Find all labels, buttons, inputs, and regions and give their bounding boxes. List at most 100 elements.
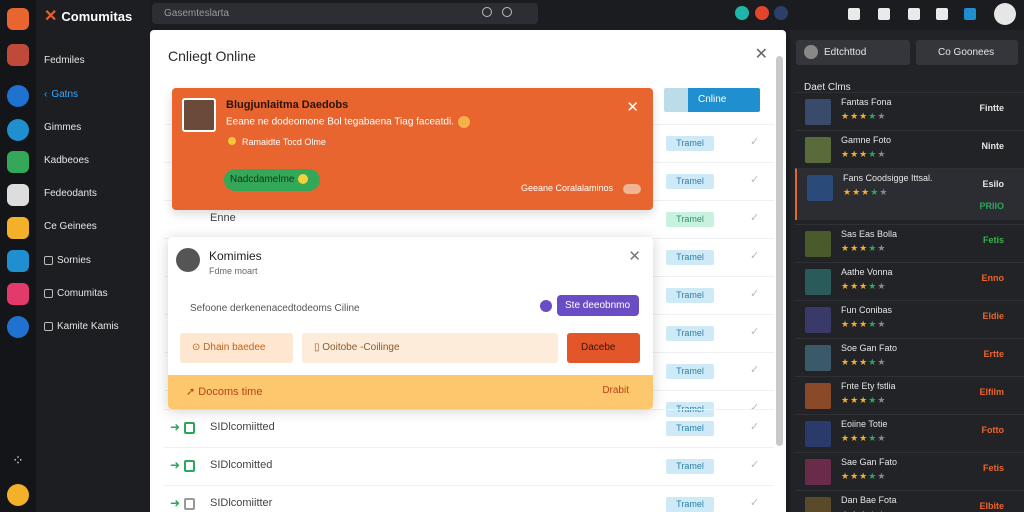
help-icon[interactable]: [457, 116, 470, 128]
app-icon-7[interactable]: [7, 316, 29, 338]
home-icon[interactable]: [7, 184, 29, 206]
game-name: Sas Eas Bolla: [841, 229, 898, 239]
app-icon-3[interactable]: [7, 119, 29, 141]
sidebar-item-gatns[interactable]: ‹ Gatns: [44, 89, 78, 100]
game-name: Soe Gan Fato: [841, 343, 898, 353]
list-item[interactable]: Fantas Fona ★★★★★ Fintte: [795, 92, 1024, 130]
toggle-pill[interactable]: [623, 184, 641, 194]
friend-status: Fdme moart: [209, 266, 258, 276]
status-badge: Tramel: [666, 212, 714, 227]
more-link[interactable]: Geeane Coralalaminos: [521, 183, 613, 193]
footer-left[interactable]: ➚ Docoms time: [186, 385, 262, 398]
profile-avatar[interactable]: [994, 3, 1016, 25]
decline-button[interactable]: Dacebe: [567, 333, 640, 363]
popup-message: Sefoone derkenenacedtodeoms Ciline: [190, 303, 360, 314]
checkbox-icon[interactable]: [184, 498, 195, 510]
voice-icon[interactable]: [502, 7, 512, 17]
avatar: [804, 45, 818, 59]
brand-name: Comumitas: [61, 8, 133, 24]
list-item[interactable]: Fans Coodsigge Ittsal. ★★★★★ Esilo PRIIO: [795, 168, 1024, 220]
alert-icon[interactable]: [755, 6, 769, 20]
game-status: Fotto: [981, 425, 1005, 435]
app-icon-6[interactable]: [7, 283, 29, 305]
star-rating: ★★★★★: [841, 319, 887, 329]
edit-icon[interactable]: [908, 8, 920, 20]
tab-friends[interactable]: Edtchttod: [796, 40, 910, 65]
check-icon[interactable]: ✓: [750, 173, 759, 186]
list-item[interactable]: Sae Gan Fato ★★★★★ Fetis: [795, 452, 1024, 490]
notification-body-text: Eeane ne dodeomone Bol tegabaena Tiag fa…: [226, 116, 454, 128]
book-icon[interactable]: [878, 8, 890, 20]
game-avatar: [805, 459, 831, 485]
play-icon[interactable]: [7, 151, 29, 173]
sidebar-item-kadbeoes[interactable]: Kadbeoes: [44, 155, 89, 166]
check-icon[interactable]: ✓: [750, 496, 759, 509]
search-icon[interactable]: [482, 7, 492, 17]
user-avatar[interactable]: [7, 484, 29, 506]
brand[interactable]: ✕ Comumitas: [44, 6, 132, 26]
send-button[interactable]: Ste deeobnmo: [557, 295, 639, 316]
avatar: [182, 98, 216, 132]
list-item[interactable]: Fun Conibas ★★★★★ Eldie: [795, 300, 1024, 338]
check-icon[interactable]: ✓: [750, 249, 759, 262]
close-icon[interactable]: ✕: [626, 98, 639, 116]
game-avatar: [805, 137, 831, 163]
settings-icon[interactable]: [848, 8, 860, 20]
sidebar-item-sornies[interactable]: Sornies: [44, 255, 91, 266]
star-rating: ★★★★★: [841, 433, 887, 443]
list-item[interactable]: Sas Eas Bolla ★★★★★ Fetis: [795, 224, 1024, 262]
status-icon[interactable]: [735, 6, 749, 20]
notification-sub-text: Ramaidte Tocd Olme: [242, 137, 326, 147]
check-icon[interactable]: ✓: [750, 420, 759, 433]
window-icon[interactable]: [964, 8, 976, 20]
grid-icon[interactable]: ⁘: [7, 452, 29, 474]
app-icon-5[interactable]: [7, 250, 29, 272]
scrollbar[interactable]: [776, 56, 783, 446]
list-item[interactable]: Soe Gan Fato ★★★★★ Ertte: [795, 338, 1024, 376]
accept-button[interactable]: Nadcdamelme: [224, 169, 320, 191]
check-icon[interactable]: ✓: [750, 325, 759, 338]
close-icon[interactable]: ✕: [755, 44, 768, 64]
chat-button[interactable]: ⊙ Dhain baedee: [180, 333, 293, 363]
app-icon-4[interactable]: [7, 217, 29, 239]
star-rating: ★★★★★: [841, 243, 887, 253]
checkbox-icon[interactable]: [184, 460, 195, 472]
profile-button[interactable]: ▯ Ooitobe -Coilinge: [302, 333, 558, 363]
footer-right[interactable]: Drabit: [602, 385, 629, 396]
sidebar-item-gimmes[interactable]: Gimmes: [44, 122, 81, 133]
app-icon-1[interactable]: [7, 44, 29, 66]
check-icon[interactable]: ✓: [750, 363, 759, 376]
sidebar-item-kamite-kamis[interactable]: Kamite Kamis: [44, 321, 119, 332]
list-item[interactable]: Dan Bae Fota★★★★★Elbite: [795, 490, 1024, 512]
list-item[interactable]: Fnte Ety fstlia ★★★★★ Elfilm: [795, 376, 1024, 414]
checkbox-icon[interactable]: [184, 422, 195, 434]
app-icon-2[interactable]: [7, 85, 29, 107]
check-icon[interactable]: ✓: [750, 287, 759, 300]
close-icon[interactable]: ✕: [628, 247, 641, 265]
check-icon[interactable]: ✓: [750, 458, 759, 471]
search-input[interactable]: Gasemteslarta: [152, 3, 538, 24]
list-item[interactable]: Aathe Vonna ★★★★★ Enno: [795, 262, 1024, 300]
list-item[interactable]: Eoiine Totie ★★★★★ Fotto: [795, 414, 1024, 452]
table-row[interactable]: ➜ SIDlcomiitter Tramel ✓: [164, 485, 774, 512]
tab-groups[interactable]: Co Goonees: [916, 40, 1018, 65]
table-row[interactable]: ➜ SIDlcomiitted Tramel ✓: [164, 409, 774, 447]
tools-icon[interactable]: [936, 8, 948, 20]
star-rating: ★★★★★: [843, 187, 889, 197]
online-button[interactable]: Cnline: [664, 88, 760, 112]
arrow-right-icon: ➜: [170, 420, 181, 434]
status-badge: Tramel: [666, 497, 714, 512]
check-icon[interactable]: ✓: [750, 211, 759, 224]
globe-icon[interactable]: [774, 6, 788, 20]
sidebar-item-ce-geinees[interactable]: Ce Geinees: [44, 221, 97, 232]
check-icon[interactable]: ✓: [750, 135, 759, 148]
sidebar-item-label: Kamite Kamis: [57, 321, 119, 332]
game-name: Dan Bae Fota: [841, 495, 897, 505]
sidebar-item-fedmiles[interactable]: Fedmiles: [44, 55, 85, 66]
table-row[interactable]: ➜ SIDlcomitted Tramel ✓: [164, 447, 774, 485]
sidebar-item-comumitas[interactable]: Comumitas: [44, 288, 108, 299]
check-icon: [298, 174, 309, 185]
menu-icon[interactable]: [7, 8, 29, 30]
sidebar-item-fedeodants[interactable]: Fedeodants: [44, 188, 97, 199]
list-item[interactable]: Gamne Foto ★★★★★ Ninte: [795, 130, 1024, 168]
